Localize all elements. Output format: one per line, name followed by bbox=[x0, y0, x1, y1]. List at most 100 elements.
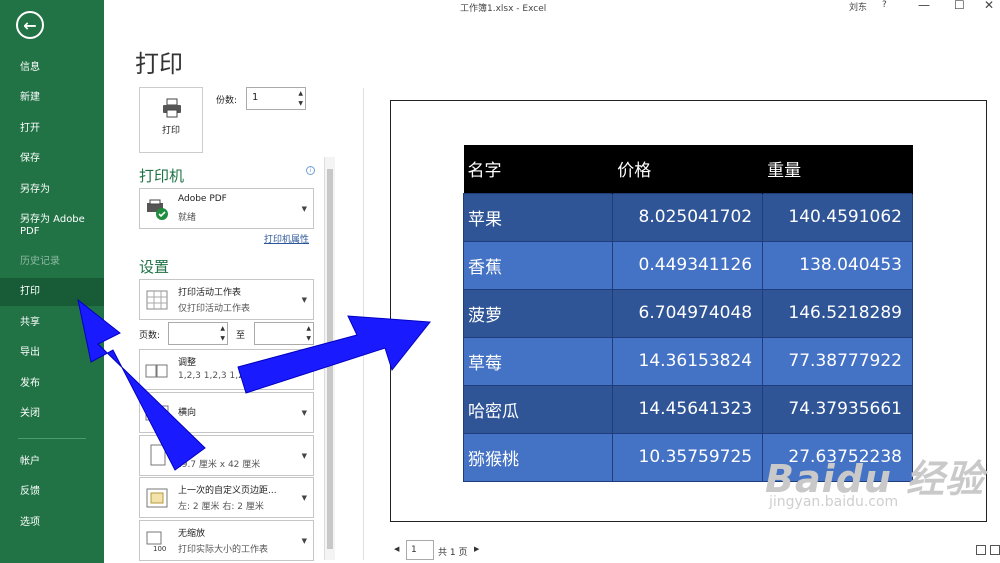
window-title: 工作簿1.xlsx - Excel bbox=[460, 4, 547, 14]
table-row: 香蕉 0.449341126 138.040453 bbox=[462, 240, 913, 290]
pages-from-input[interactable]: ▲ ▼ bbox=[168, 322, 228, 345]
help-button[interactable]: ? bbox=[882, 0, 887, 10]
scrollbar-thumb[interactable] bbox=[327, 169, 333, 549]
page-title: 打印 bbox=[135, 50, 183, 78]
sidebar-item-feedback[interactable]: 反馈 bbox=[0, 478, 104, 506]
back-button[interactable]: ← bbox=[16, 11, 44, 39]
scaling-desc: 打印实际大小的工作表 bbox=[178, 545, 269, 555]
chevron-down-icon: ▼ bbox=[301, 205, 307, 213]
scaling-dropdown[interactable]: 100 无缩放 打印实际大小的工作表 ▼ bbox=[139, 520, 314, 561]
table-cell: 苹果 bbox=[462, 192, 614, 242]
sidebar-item-account[interactable]: 帐户 bbox=[0, 448, 104, 476]
chevron-down-icon: ▼ bbox=[301, 537, 307, 545]
table-cell: 6.704974048 bbox=[612, 288, 764, 338]
sidebar-item-share[interactable]: 共享 bbox=[0, 309, 104, 337]
next-page-button[interactable]: ▶ bbox=[474, 545, 479, 553]
sidebar-item-export[interactable]: 导出 bbox=[0, 339, 104, 367]
sidebar-item-options[interactable]: 选项 bbox=[0, 509, 104, 537]
sidebar-item-save-as[interactable]: 另存为 bbox=[0, 176, 104, 204]
close-button[interactable]: ✕ bbox=[984, 0, 994, 12]
spin-down-icon[interactable]: ▼ bbox=[220, 335, 225, 342]
pages-label: 页数: bbox=[139, 331, 161, 341]
table-cell: 猕猴桃 bbox=[462, 432, 614, 482]
sidebar-item-print[interactable]: 打印 bbox=[0, 278, 104, 306]
column-header: 名字 bbox=[463, 145, 614, 193]
show-margins-icon[interactable] bbox=[976, 545, 986, 555]
settings-scrollbar[interactable] bbox=[324, 157, 335, 560]
printer-icon bbox=[163, 98, 181, 118]
orientation-dropdown[interactable]: 横向 ▼ bbox=[139, 392, 314, 433]
column-header: 价格 bbox=[612, 145, 764, 193]
table-cell: 138.040453 bbox=[762, 240, 913, 290]
margins-icon bbox=[146, 488, 168, 508]
table-cell: 14.36153824 bbox=[612, 336, 764, 386]
paper-size-dropdown[interactable]: 29.7 厘米 x 42 厘米 ▼ bbox=[139, 435, 314, 476]
printer-dropdown[interactable]: Adobe PDF 就绪 ▼ bbox=[139, 188, 314, 229]
table-header-row: 名字 价格 重量 bbox=[463, 145, 913, 193]
spin-up-icon[interactable]: ▲ bbox=[220, 325, 225, 332]
spin-up-icon[interactable]: ▲ bbox=[298, 90, 303, 97]
settings-section-title: 设置 bbox=[139, 258, 170, 276]
sheet-grid-icon bbox=[146, 290, 168, 310]
copies-label: 份数: bbox=[216, 96, 238, 106]
print-scope-dropdown[interactable]: 打印活动工作表 仅打印活动工作表 ▼ bbox=[139, 279, 314, 320]
print-button-label: 打印 bbox=[161, 126, 180, 136]
table-cell: 140.4591062 bbox=[762, 192, 913, 242]
chevron-down-icon: ▼ bbox=[301, 409, 307, 417]
paper-size-value: 29.7 厘米 x 42 厘米 bbox=[176, 460, 261, 470]
preview-table: 名字 价格 重量 苹果 8.025041702 140.4591062 香蕉 0… bbox=[462, 145, 913, 482]
collate-dropdown[interactable]: 调整 1,2,3 1,2,3 1,2,3 ▼ bbox=[139, 349, 314, 390]
margins-dropdown[interactable]: 上一次的自定义页边距... 左: 2 厘米 右: 2 厘米 ▼ bbox=[139, 477, 314, 518]
printer-ready-icon bbox=[147, 199, 168, 220]
print-scope-desc: 仅打印活动工作表 bbox=[178, 304, 251, 314]
table-cell: 0.449341126 bbox=[612, 240, 764, 290]
copies-stepper[interactable]: 1 ▲ ▼ bbox=[246, 87, 306, 110]
chevron-down-icon: ▼ bbox=[301, 452, 307, 460]
previous-page-button[interactable]: ◀ bbox=[394, 545, 399, 553]
minimize-button[interactable]: — bbox=[918, 0, 930, 12]
printer-name: Adobe PDF bbox=[178, 194, 227, 204]
portrait-page-icon bbox=[150, 444, 166, 466]
margins-desc: 左: 2 厘米 右: 2 厘米 bbox=[178, 502, 264, 512]
printer-properties-link[interactable]: 打印机属性 bbox=[264, 232, 309, 245]
table-row: 苹果 8.025041702 140.4591062 bbox=[462, 192, 913, 242]
watermark-url: jingyan.baidu.com bbox=[769, 494, 899, 510]
table-cell: 菠萝 bbox=[462, 288, 614, 338]
excel-print-backstage: ← 信息 新建 打开 保存 另存为 另存为 Adobe PDF 历史记录 打印 … bbox=[0, 0, 1000, 563]
chevron-down-icon: ▼ bbox=[301, 296, 307, 304]
title-bar: 工作簿1.xlsx - Excel 刘东 ? — ☐ ✕ bbox=[104, 0, 1000, 14]
sidebar-item-save-as-adobe-pdf[interactable]: 另存为 Adobe PDF bbox=[0, 211, 90, 239]
sidebar-item-close[interactable]: 关闭 bbox=[0, 400, 104, 428]
table-cell: 香蕉 bbox=[462, 240, 614, 290]
page-count: 共 1 页 bbox=[438, 548, 468, 558]
sidebar-item-new[interactable]: 新建 bbox=[0, 84, 104, 112]
spin-down-icon[interactable]: ▼ bbox=[298, 100, 303, 107]
current-page-input[interactable]: 1 bbox=[406, 540, 434, 560]
table-row: 哈密瓜 14.45641323 74.37935661 bbox=[462, 384, 913, 434]
svg-text:100: 100 bbox=[153, 545, 166, 552]
restore-button[interactable]: ☐ bbox=[954, 0, 965, 12]
zoom-to-page-icon[interactable] bbox=[990, 545, 1000, 555]
copies-value: 1 bbox=[252, 92, 259, 103]
column-header: 重量 bbox=[762, 145, 913, 193]
sidebar-item-info[interactable]: 信息 bbox=[0, 54, 104, 82]
table-cell: 哈密瓜 bbox=[462, 384, 614, 434]
sidebar-item-open[interactable]: 打开 bbox=[0, 115, 104, 143]
sidebar-item-save[interactable]: 保存 bbox=[0, 145, 104, 173]
info-icon[interactable]: i bbox=[306, 166, 315, 175]
pages-to-input[interactable]: ▲ ▼ bbox=[254, 322, 314, 345]
table-row: 草莓 14.36153824 77.38777922 bbox=[462, 336, 913, 386]
table-cell: 10.35759725 bbox=[612, 432, 764, 482]
collate-title: 调整 bbox=[178, 358, 197, 368]
spin-down-icon[interactable]: ▼ bbox=[306, 335, 311, 342]
sidebar-divider bbox=[18, 438, 86, 439]
baidu-watermark: Baidu 经验 jingyan.baidu.com bbox=[765, 448, 984, 510]
print-button[interactable]: 打印 bbox=[139, 87, 203, 153]
spin-up-icon[interactable]: ▲ bbox=[306, 325, 311, 332]
table-cell: 74.37935661 bbox=[762, 384, 913, 434]
landscape-page-icon bbox=[145, 405, 169, 421]
sidebar-item-publish[interactable]: 发布 bbox=[0, 370, 104, 398]
pages-to-label: 至 bbox=[236, 331, 246, 341]
user-name[interactable]: 刘东 bbox=[849, 0, 867, 13]
orientation-value: 横向 bbox=[178, 408, 197, 418]
